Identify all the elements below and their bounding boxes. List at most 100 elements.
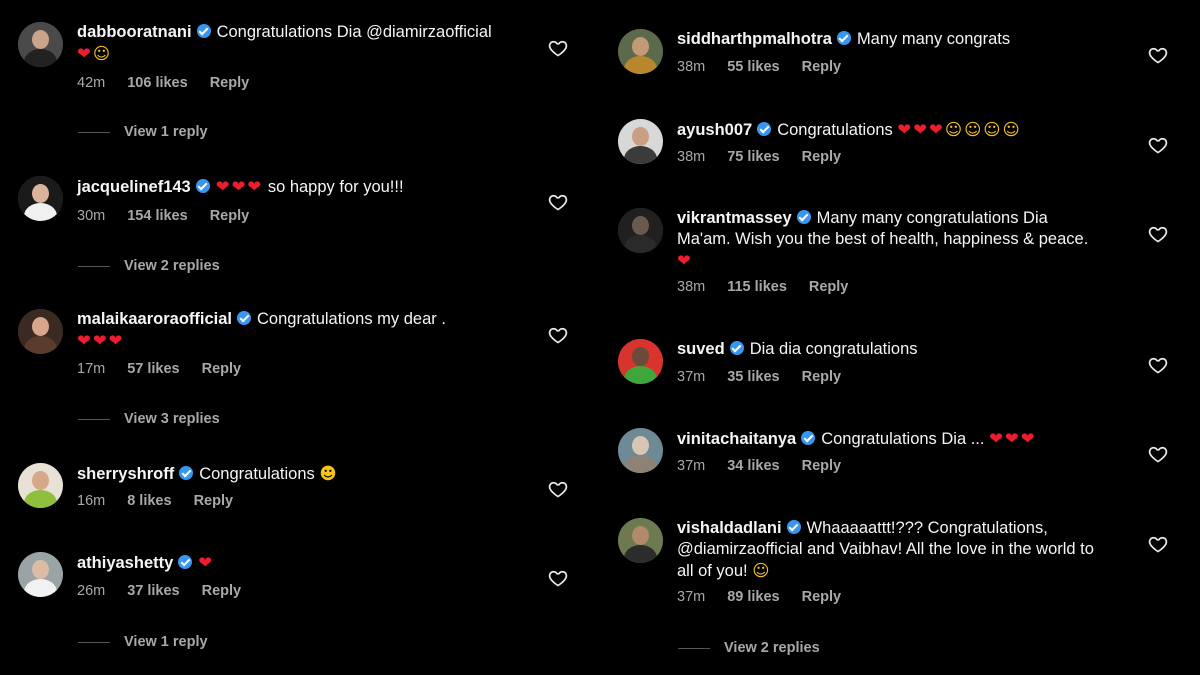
username[interactable]: sherryshroff <box>77 465 174 483</box>
view-replies-label: View 1 reply <box>124 634 208 650</box>
username[interactable]: athiyashetty <box>77 554 173 572</box>
comment-meta: 37m 35 likes Reply <box>677 369 863 385</box>
heart-icon[interactable] <box>1148 444 1172 468</box>
avatar-head <box>32 184 49 203</box>
verified-badge-icon <box>836 31 851 45</box>
likes-count[interactable]: 8 likes <box>127 493 171 509</box>
heart-icon[interactable] <box>548 479 572 503</box>
avatar[interactable] <box>618 208 663 253</box>
reply-button[interactable]: Reply <box>802 369 842 385</box>
hug-emoji: ☺ <box>964 120 984 139</box>
heart-icon[interactable] <box>1148 135 1172 159</box>
avatar[interactable] <box>18 176 63 221</box>
heart-icon[interactable] <box>548 325 572 349</box>
view-replies-label: View 1 reply <box>124 124 208 140</box>
heart-emoji: ❤ <box>677 251 693 270</box>
avatar-head <box>632 37 649 56</box>
heart-emoji: ❤ <box>77 44 93 63</box>
username[interactable]: dabbooratnani <box>77 23 192 41</box>
view-replies-link[interactable]: View 3 replies <box>78 411 220 427</box>
likes-count[interactable]: 75 likes <box>727 149 779 165</box>
avatar-head <box>32 471 49 490</box>
heart-emoji: ❤ <box>1020 429 1037 448</box>
verified-badge-icon <box>729 341 744 355</box>
avatar-head <box>632 127 649 146</box>
comment-time: 16m <box>77 493 106 509</box>
reply-button[interactable]: Reply <box>202 583 242 599</box>
heart-icon[interactable] <box>1148 224 1172 248</box>
comment-text: vikrantmassey Many many congratulations D… <box>677 208 1097 272</box>
verified-badge-icon <box>179 466 194 480</box>
likes-count[interactable]: 115 likes <box>727 279 787 295</box>
hug-emoji: ☺ <box>92 44 113 63</box>
heart-emoji: ❤ <box>897 120 914 139</box>
comment-time: 42m <box>77 75 106 91</box>
avatar[interactable] <box>618 119 663 164</box>
likes-count[interactable]: 57 likes <box>127 361 179 377</box>
avatar[interactable] <box>618 518 663 563</box>
likes-count[interactable]: 34 likes <box>727 458 779 474</box>
likes-count[interactable]: 154 likes <box>127 208 187 224</box>
view-replies-link[interactable]: View 1 reply <box>78 124 208 140</box>
reply-button[interactable]: Reply <box>802 589 842 605</box>
comment-meta: 38m 75 likes Reply <box>677 149 863 165</box>
username[interactable]: malaikaaroraofficial <box>77 310 232 328</box>
likes-count[interactable]: 35 likes <box>727 369 779 385</box>
avatar[interactable] <box>618 428 663 473</box>
reply-button[interactable]: Reply <box>210 208 250 224</box>
likes-count[interactable]: 55 likes <box>727 59 779 75</box>
username[interactable]: jacquelinef143 <box>77 178 191 196</box>
comment-meta: 30m 154 likes Reply <box>77 208 271 224</box>
reply-button[interactable]: Reply <box>802 458 842 474</box>
verified-badge-icon <box>796 210 811 224</box>
reply-button[interactable]: Reply <box>809 279 849 295</box>
avatar[interactable] <box>18 463 63 508</box>
view-replies-label: View 2 replies <box>724 640 820 656</box>
hug-emoji: ☺ <box>752 561 772 580</box>
comment-time: 38m <box>677 59 706 75</box>
likes-count[interactable]: 106 likes <box>127 75 187 91</box>
view-replies-label: View 3 replies <box>124 411 220 427</box>
username[interactable]: vishaldadlani <box>677 519 782 537</box>
view-replies-label: View 2 replies <box>124 258 220 274</box>
username[interactable]: ayush007 <box>677 121 752 139</box>
reply-button[interactable]: Reply <box>202 361 242 377</box>
likes-count[interactable]: 89 likes <box>727 589 779 605</box>
heart-icon[interactable] <box>1148 355 1172 379</box>
comment-body: so happy for you!!! <box>267 178 404 196</box>
username[interactable]: suved <box>677 340 725 358</box>
comment-text: jacquelinef143 ❤❤❤ so happy for you!!! <box>77 176 497 198</box>
heart-emoji: ❤ <box>108 331 125 350</box>
reply-button[interactable]: Reply <box>194 493 234 509</box>
username[interactable]: vikrantmassey <box>677 209 792 227</box>
likes-count[interactable]: 37 likes <box>127 583 179 599</box>
comment-time: 37m <box>677 458 706 474</box>
heart-icon[interactable] <box>548 568 572 592</box>
reply-button[interactable]: Reply <box>802 59 842 75</box>
avatar-head <box>632 436 649 455</box>
comment-time: 37m <box>677 369 706 385</box>
heart-icon[interactable] <box>548 192 572 216</box>
avatar-head <box>632 526 649 545</box>
view-replies-link[interactable]: View 2 replies <box>678 640 820 656</box>
avatar[interactable] <box>18 309 63 354</box>
reply-button[interactable]: Reply <box>802 149 842 165</box>
heart-emoji: ❤ <box>231 177 248 196</box>
heart-icon[interactable] <box>1148 534 1172 558</box>
avatar[interactable] <box>18 22 63 67</box>
comment-text: sherryshroff Congratulations ☻ <box>77 463 497 485</box>
heart-icon[interactable] <box>548 38 572 62</box>
avatar[interactable] <box>618 339 663 384</box>
username[interactable]: siddharthpmalhotra <box>677 30 832 48</box>
comment-body: Congratulations <box>199 465 315 483</box>
comment-text: malaikaaroraofficial Congratulations my d… <box>77 309 447 352</box>
view-replies-link[interactable]: View 1 reply <box>78 634 208 650</box>
view-replies-link[interactable]: View 2 replies <box>78 258 220 274</box>
comment-meta: 17m 57 likes Reply <box>77 361 263 377</box>
avatar[interactable] <box>18 552 63 597</box>
reply-button[interactable]: Reply <box>210 75 250 91</box>
avatar[interactable] <box>618 29 663 74</box>
heart-icon[interactable] <box>1148 45 1172 69</box>
username[interactable]: vinitachaitanya <box>677 430 796 448</box>
comment-time: 37m <box>677 589 706 605</box>
